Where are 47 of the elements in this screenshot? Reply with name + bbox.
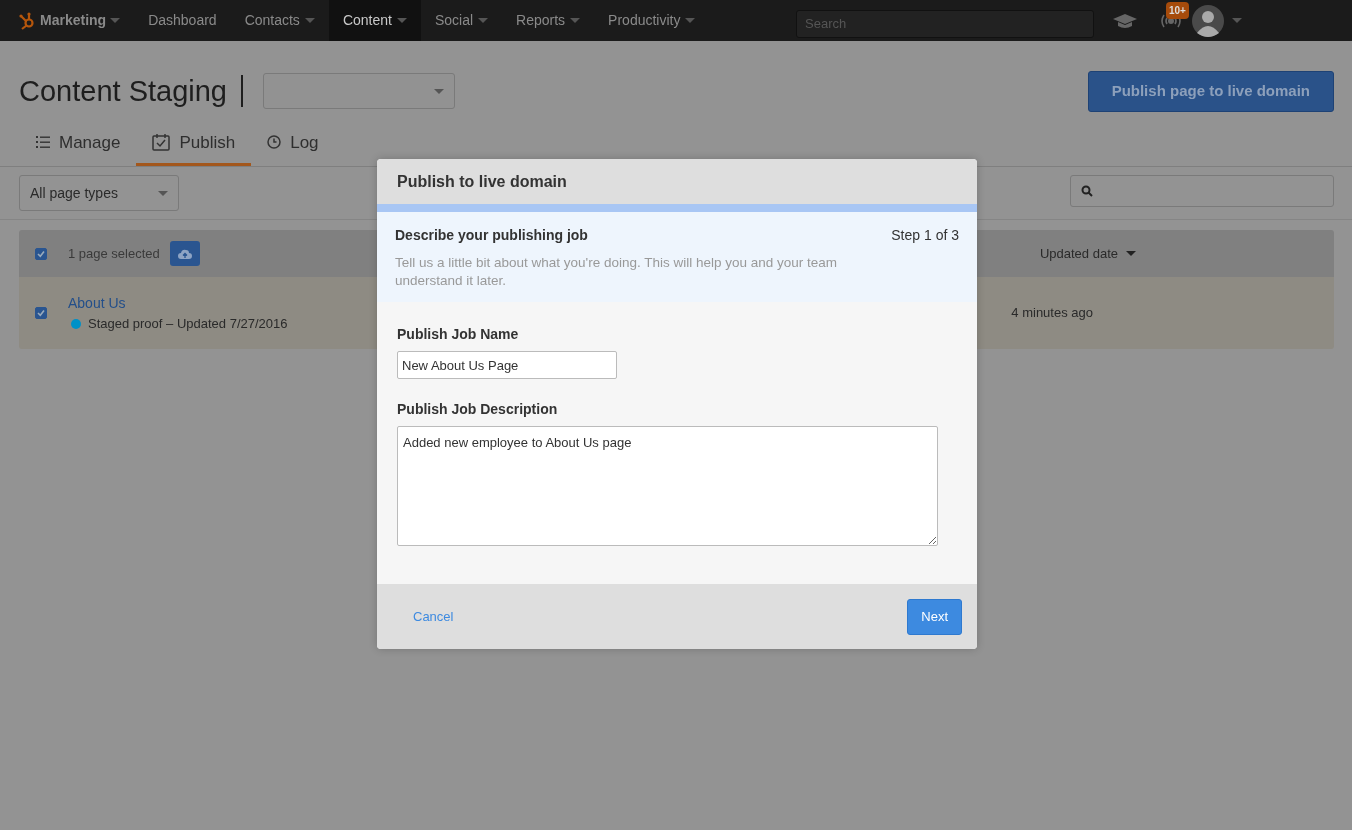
nav-item[interactable]: Dashboard: [134, 0, 231, 41]
publish-page-button[interactable]: Publish page to live domain: [1087, 71, 1334, 112]
nav-item[interactable]: Social: [420, 0, 503, 41]
selection-count: 1 page selected: [68, 244, 160, 263]
avatar-icon: [1192, 4, 1224, 37]
status-text: Staged proof – Updated 7/27/2016: [88, 314, 288, 333]
caret-icon: [110, 18, 121, 23]
brand-menu[interactable]: Marketing: [12, 0, 135, 41]
tab[interactable]: Manage: [20, 129, 137, 166]
step-heading: Describe your publishing job: [395, 226, 588, 245]
tab[interactable]: Log: [251, 129, 335, 166]
clock-icon: [267, 135, 282, 150]
nav-item[interactable]: Productivity: [594, 0, 710, 41]
cancel-link[interactable]: Cancel: [397, 607, 470, 627]
updated-time: 4 minutes ago: [1011, 304, 1093, 323]
modal-title: Publish to live domain: [377, 159, 977, 204]
list-icon: [36, 136, 50, 149]
calendar-check-icon: [152, 133, 171, 152]
caret-icon: [1232, 18, 1242, 23]
cloud-upload-button[interactable]: [169, 241, 200, 266]
page-type-dropdown[interactable]: All page types: [19, 175, 179, 211]
table-search-field[interactable]: [1070, 175, 1334, 207]
caret-icon: [1126, 251, 1136, 256]
next-button[interactable]: Next: [907, 599, 962, 635]
check-icon: [37, 249, 45, 258]
step-hint: Tell us a little bit about what you're doing. This will help you and your team understand it later.: [395, 254, 839, 291]
graduation-cap-icon: [1112, 11, 1138, 30]
nav-item[interactable]: Content: [328, 0, 421, 41]
text-field[interactable]: New About Us Page: [397, 351, 617, 380]
cloud-upload-icon: [177, 248, 192, 259]
textarea-field[interactable]: Added new employee to About Us page: [397, 426, 938, 547]
caret-icon: [158, 190, 168, 196]
field-label: Publish Job Name: [397, 325, 520, 345]
sort-column-header[interactable]: Updated date: [1039, 243, 1136, 264]
caret-icon: [434, 88, 444, 94]
check-icon: [37, 309, 45, 317]
search-icon: [1081, 185, 1093, 197]
sprocket-logo-icon: [18, 11, 36, 30]
page-title: Content Staging: [19, 75, 243, 108]
field-label: Publish Job Description: [397, 400, 559, 420]
nav-item[interactable]: Contacts: [230, 0, 329, 41]
nav-item[interactable]: Reports: [502, 0, 595, 41]
notification-badge: 10+: [1166, 1, 1189, 19]
tab[interactable]: Publish: [136, 129, 252, 166]
checkbox[interactable]: [35, 307, 47, 319]
step-counter: Step 1 of 3: [891, 226, 959, 245]
checkbox[interactable]: [35, 247, 47, 260]
